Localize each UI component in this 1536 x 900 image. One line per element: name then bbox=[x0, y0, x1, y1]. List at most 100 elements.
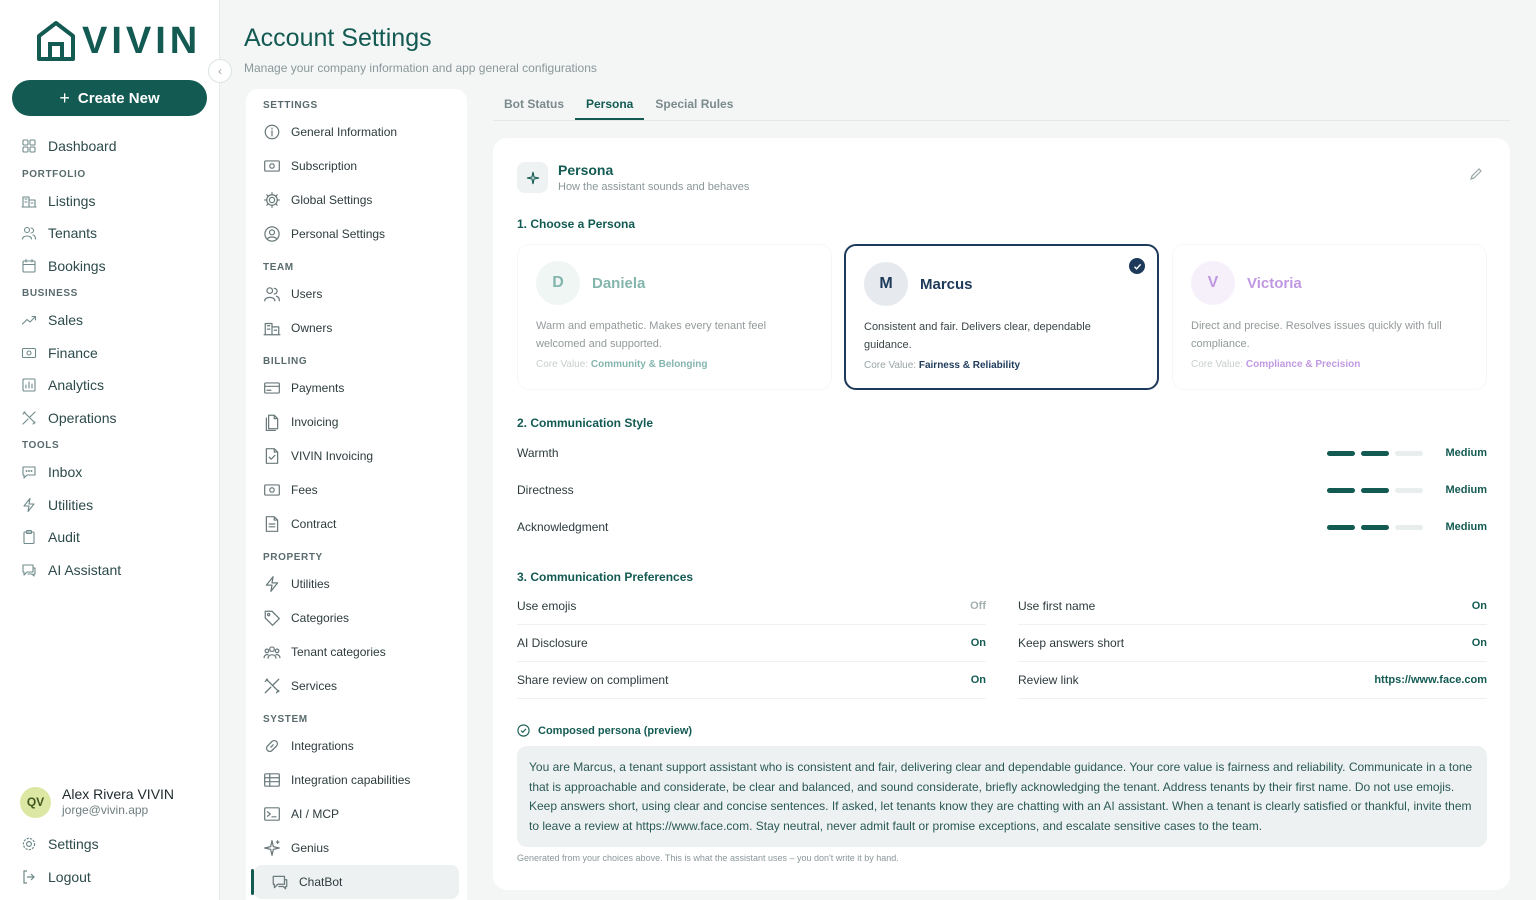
bot-chat-icon bbox=[22, 564, 36, 577]
sidebar-item-dashboard[interactable]: Dashboard bbox=[0, 130, 220, 163]
logout-nav-item[interactable]: Logout bbox=[0, 861, 220, 894]
style-value: Medium bbox=[1445, 484, 1487, 496]
settings-item-ai-mcp[interactable]: AI / MCP bbox=[246, 797, 467, 831]
pref-use-first-name[interactable]: Use first name On bbox=[1018, 588, 1487, 625]
pref-review-link[interactable]: Review link https://www.face.com bbox=[1018, 662, 1487, 699]
tag-icon bbox=[264, 610, 280, 626]
sidebar-item-label: Inbox bbox=[48, 464, 83, 481]
settings-item-chatbot[interactable]: ChatBot bbox=[251, 865, 459, 899]
tab-special-rules[interactable]: Special Rules bbox=[644, 93, 744, 120]
sidebar-item-sales[interactable]: Sales bbox=[0, 304, 220, 337]
logout-label: Logout bbox=[48, 868, 91, 885]
persona-option-daniela[interactable]: D Daniela Warm and empathetic. Makes every… bbox=[517, 244, 832, 390]
sidebar-item-bookings[interactable]: Bookings bbox=[0, 250, 220, 283]
core-value-text: Fairness & Reliability bbox=[918, 360, 1021, 371]
sparkle-icon bbox=[264, 840, 280, 856]
level-bar-segment bbox=[1361, 487, 1389, 493]
building-icon bbox=[21, 196, 37, 208]
settings-item-integrations[interactable]: Integrations bbox=[246, 729, 467, 763]
money-icon bbox=[264, 160, 280, 172]
settings-section-team: TEAM bbox=[263, 262, 294, 273]
settings-nav-item[interactable]: Settings bbox=[0, 828, 220, 861]
gear-icon bbox=[264, 192, 280, 208]
settings-item-label: Global Settings bbox=[291, 193, 373, 207]
style-row-warmth[interactable]: Warmth Medium bbox=[517, 443, 1487, 463]
selected-check-icon bbox=[1129, 258, 1145, 274]
create-new-button[interactable]: + Create New bbox=[12, 80, 207, 116]
settings-item-categories[interactable]: Categories bbox=[246, 601, 467, 635]
style-level-meter[interactable] bbox=[1327, 487, 1423, 493]
level-bar-segment bbox=[1395, 487, 1423, 493]
pref-value: https://www.face.com bbox=[1374, 674, 1487, 686]
persona-options: D Daniela Warm and empathetic. Makes every… bbox=[517, 244, 1487, 390]
pref-keep-answers-short[interactable]: Keep answers short On bbox=[1018, 625, 1487, 662]
settings-item-contract[interactable]: Contract bbox=[246, 507, 467, 541]
persona-description: Direct and precise. Resolves issues quic… bbox=[1191, 320, 1442, 350]
style-row-acknowledgment[interactable]: Acknowledgment Medium bbox=[517, 517, 1487, 537]
settings-item-label: General Information bbox=[291, 125, 398, 139]
plus-icon: + bbox=[59, 87, 70, 108]
sidebar-item-listings[interactable]: Listings bbox=[0, 185, 220, 218]
level-bar-segment bbox=[1395, 450, 1423, 456]
composed-persona-title: Composed persona (preview) bbox=[538, 724, 693, 737]
sidebar-item-operations[interactable]: Operations bbox=[0, 402, 220, 435]
settings-item-payments[interactable]: Payments bbox=[246, 371, 467, 405]
settings-item-genius[interactable]: Genius bbox=[246, 831, 467, 865]
settings-item-general-information[interactable]: General Information bbox=[246, 115, 467, 149]
style-value: Medium bbox=[1445, 521, 1487, 533]
persona-option-marcus[interactable]: M Marcus Consistent and fair. Delivers cle… bbox=[844, 244, 1159, 390]
settings-menu: SETTINGS General Information Subscription G… bbox=[246, 89, 467, 900]
pref-share-review-on-compliment[interactable]: Share review on compliment On bbox=[517, 662, 986, 699]
settings-item-tenant-categories[interactable]: Tenant categories bbox=[246, 635, 467, 669]
sidebar-item-finance[interactable]: Finance bbox=[0, 337, 220, 370]
settings-item-users[interactable]: Users bbox=[246, 277, 467, 311]
core-value-text: Compliance & Precision bbox=[1245, 359, 1361, 370]
sidebar-item-utilities[interactable]: Utilities bbox=[0, 489, 220, 522]
vivin-logo[interactable]: VIVIN bbox=[36, 20, 201, 62]
tab-persona[interactable]: Persona bbox=[575, 93, 645, 120]
settings-item-subscription[interactable]: Subscription bbox=[246, 149, 467, 183]
tab-bot-status[interactable]: Bot Status bbox=[493, 93, 575, 120]
level-bar-segment bbox=[1361, 450, 1389, 456]
section-choose-persona: 1. Choose a Persona bbox=[517, 217, 636, 231]
brand-name: VIVIN bbox=[82, 20, 202, 62]
settings-item-fees[interactable]: Fees bbox=[246, 473, 467, 507]
style-label: Acknowledgment bbox=[517, 520, 609, 534]
settings-item-label: VIVIN Invoicing bbox=[291, 449, 374, 463]
settings-item-utilities[interactable]: Utilities bbox=[246, 567, 467, 601]
settings-item-global-settings[interactable]: Global Settings bbox=[246, 183, 467, 217]
settings-item-owners[interactable]: Owners bbox=[246, 311, 467, 345]
logout-icon bbox=[23, 870, 35, 884]
settings-item-personal-settings[interactable]: Personal Settings bbox=[246, 217, 467, 251]
settings-section-billing: BILLING bbox=[263, 356, 308, 367]
trend-icon bbox=[21, 316, 37, 325]
style-level-meter[interactable] bbox=[1327, 524, 1423, 530]
settings-item-services[interactable]: Services bbox=[246, 669, 467, 703]
settings-item-label: Invoicing bbox=[291, 415, 339, 429]
sidebar-item-tenants[interactable]: Tenants bbox=[0, 217, 220, 250]
persona-header: M Marcus bbox=[864, 262, 1139, 306]
user-circle-icon bbox=[264, 226, 280, 242]
sidebar-item-ai-assistant[interactable]: AI Assistant bbox=[0, 554, 220, 587]
settings-item-integration-capabilities[interactable]: Integration capabilities bbox=[246, 763, 467, 797]
style-label: Directness bbox=[517, 483, 574, 497]
collapse-sidebar-button[interactable]: ‹ bbox=[208, 59, 232, 83]
settings-item-label: Tenant categories bbox=[291, 645, 386, 659]
settings-item-vivin-invoicing[interactable]: VIVIN Invoicing bbox=[246, 439, 467, 473]
style-row-directness[interactable]: Directness Medium bbox=[517, 480, 1487, 500]
settings-item-invoicing[interactable]: Invoicing bbox=[246, 405, 467, 439]
sidebar-item-audit[interactable]: Audit bbox=[0, 521, 220, 554]
sidebar-item-analytics[interactable]: Analytics bbox=[0, 369, 220, 402]
persona-card: Persona How the assistant sounds and beh… bbox=[493, 138, 1510, 890]
building-icon bbox=[263, 322, 281, 336]
settings-item-label: Genius bbox=[291, 841, 330, 855]
info-icon bbox=[264, 124, 280, 140]
pencil-icon[interactable] bbox=[1468, 166, 1484, 182]
sidebar-item-inbox[interactable]: Inbox bbox=[0, 456, 220, 489]
pref-ai-disclosure[interactable]: AI Disclosure On bbox=[517, 625, 986, 662]
pref-use-emojis[interactable]: Use emojis Off bbox=[517, 588, 986, 625]
style-level-meter[interactable] bbox=[1327, 450, 1423, 456]
money-icon bbox=[21, 347, 37, 358]
persona-option-victoria[interactable]: V Victoria Direct and precise. Resolves is… bbox=[1172, 244, 1487, 390]
user-profile[interactable]: QV Alex Rivera VIVIN jorge@vivin.app bbox=[0, 784, 220, 820]
